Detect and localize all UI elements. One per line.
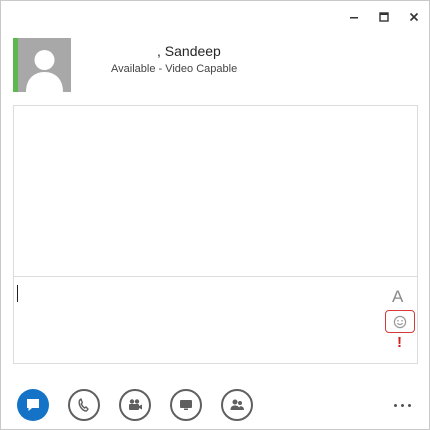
close-button[interactable] (403, 7, 425, 27)
im-button[interactable] (17, 389, 49, 421)
text-cursor (17, 285, 18, 302)
chat-bubble-icon (27, 399, 39, 411)
call-button[interactable] (68, 389, 100, 421)
contact-status: Available - Video Capable (111, 63, 238, 75)
video-button[interactable] (119, 389, 151, 421)
minimize-button[interactable] (343, 7, 365, 27)
maximize-button[interactable] (373, 7, 395, 27)
contact-card[interactable]: , Sandeep Available - Video Capable (13, 38, 418, 92)
conversation-window: , Sandeep Available - Video Capable A ! (0, 0, 430, 430)
participants-button[interactable] (221, 389, 253, 421)
maximize-icon (379, 12, 389, 22)
emoticon-button[interactable] (385, 310, 415, 333)
ellipsis-icon (394, 403, 397, 407)
present-button[interactable] (170, 389, 202, 421)
font-button[interactable]: A (392, 288, 403, 305)
person-icon (18, 38, 71, 92)
phone-icon (78, 398, 89, 412)
message-compose-area[interactable]: A ! (13, 277, 418, 364)
smiley-icon (393, 315, 407, 328)
avatar[interactable] (18, 38, 71, 92)
minimize-icon (350, 17, 358, 19)
monitor-icon (180, 400, 192, 410)
close-icon (409, 12, 419, 22)
importance-button[interactable]: ! (397, 335, 402, 350)
contact-name[interactable]: , Sandeep (157, 43, 221, 59)
conversation-history[interactable] (13, 105, 418, 277)
more-options-button[interactable] (394, 401, 418, 409)
video-camera-icon (129, 399, 142, 410)
people-icon (230, 399, 244, 410)
conversation-toolbar (1, 389, 430, 421)
